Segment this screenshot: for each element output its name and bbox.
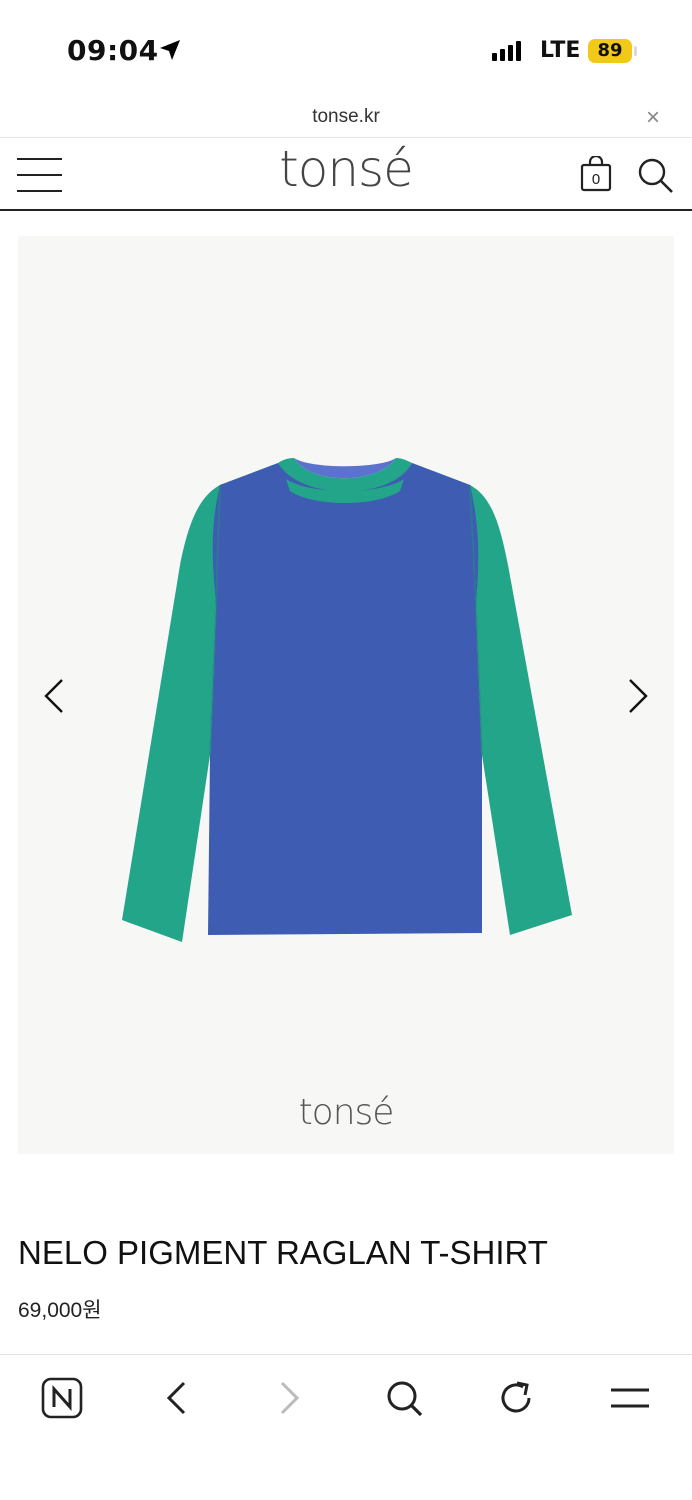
cart-button[interactable]: 0 (580, 154, 612, 192)
close-icon[interactable]: × (646, 104, 660, 132)
image-watermark: tonsé (298, 1092, 395, 1133)
forward-icon (280, 1381, 300, 1415)
naver-icon (41, 1377, 83, 1419)
header-divider (0, 209, 692, 211)
chevron-left-icon[interactable] (40, 676, 68, 716)
menu-button[interactable] (608, 1376, 652, 1420)
back-button[interactable] (154, 1376, 198, 1420)
location-arrow-icon (160, 40, 180, 60)
url-label[interactable]: tonse.kr (0, 106, 692, 128)
refresh-icon (501, 1381, 531, 1413)
battery-cap (634, 46, 637, 56)
forward-button[interactable] (268, 1376, 312, 1420)
back-icon (166, 1381, 186, 1415)
toolbar-search-button[interactable] (382, 1376, 426, 1420)
product-name: NELO PIGMENT RAGLAN T-SHIRT (18, 1234, 548, 1271)
refresh-button[interactable] (494, 1376, 538, 1420)
divider (0, 137, 692, 138)
product-photo (122, 458, 572, 942)
toolbar-divider (0, 1354, 692, 1355)
menu-icon (611, 1388, 649, 1408)
chevron-right-icon[interactable] (624, 676, 652, 716)
product-price: 69,000원 (18, 1299, 102, 1322)
search-icon[interactable] (636, 156, 674, 194)
battery-level: 89 (588, 39, 632, 63)
signal-icon (492, 41, 521, 61)
naver-button[interactable] (40, 1376, 84, 1420)
network-type: LTE (540, 38, 581, 63)
status-time: 09:04 (67, 34, 159, 67)
cart-count: 0 (592, 171, 600, 188)
search-icon (387, 1381, 423, 1417)
shopping-bag-icon: 0 (580, 154, 612, 192)
